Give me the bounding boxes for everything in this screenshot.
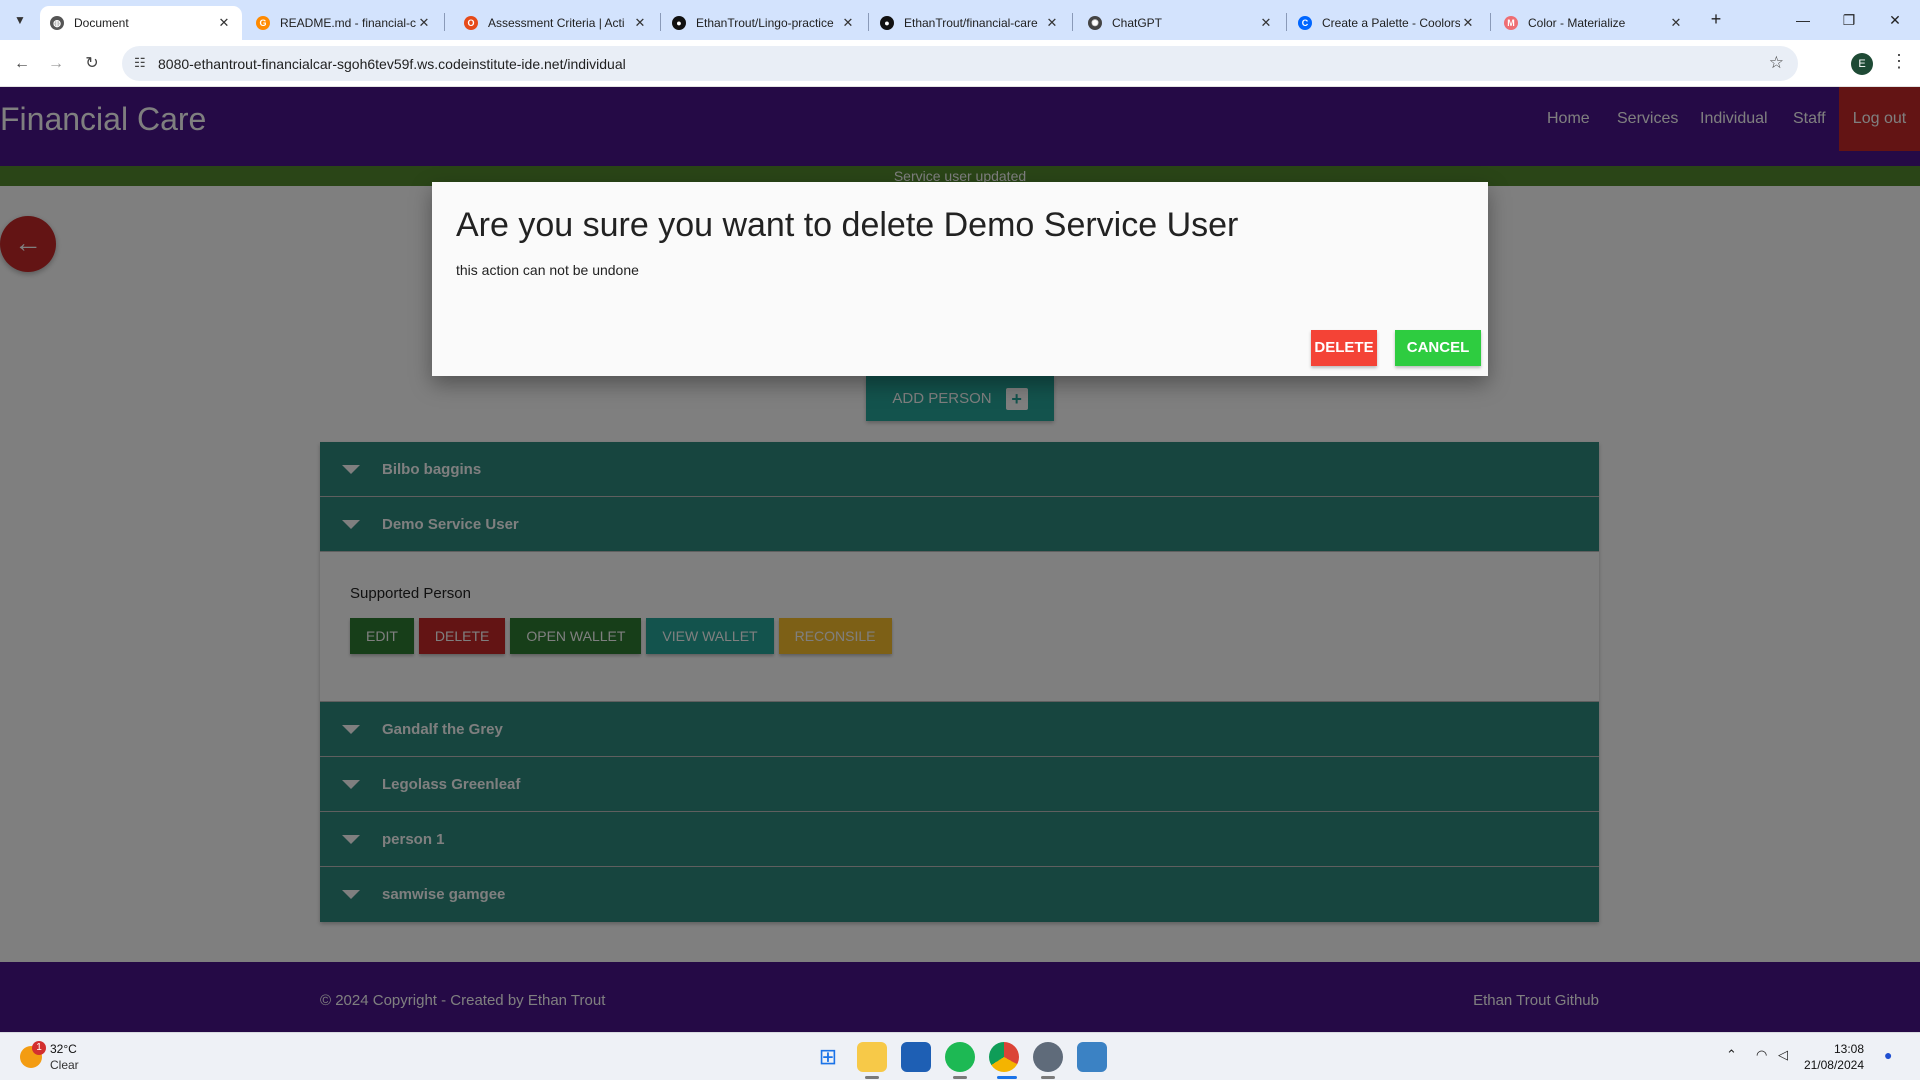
notification-bell-icon[interactable]: ● <box>1884 1047 1892 1063</box>
materialize-icon: M <box>1504 16 1518 30</box>
close-icon[interactable]: ✕ <box>1668 15 1684 31</box>
active-indicator <box>865 1076 879 1079</box>
tab-title: Create a Palette - Coolors <box>1322 16 1460 30</box>
close-icon[interactable]: ✕ <box>416 15 432 31</box>
bookmark-star-icon[interactable]: ☆ <box>1769 53 1784 73</box>
modal-title: Are you sure you want to delete Demo Ser… <box>456 206 1239 244</box>
close-icon[interactable]: ✕ <box>1460 15 1476 31</box>
gitpod-icon: G <box>256 16 270 30</box>
tray-chevron-icon[interactable]: ⌃ <box>1726 1047 1737 1063</box>
tab-coolors[interactable]: C Create a Palette - Coolors ✕ <box>1288 6 1486 40</box>
tab-assessment[interactable]: O Assessment Criteria | Acti ✕ <box>454 6 658 40</box>
clock-time[interactable]: 13:08 <box>1814 1042 1864 1056</box>
tab-readme[interactable]: G README.md - financial-ca ✕ <box>246 6 442 40</box>
windows-start-icon[interactable]: ⊞ <box>813 1042 843 1072</box>
url-text[interactable]: 8080-ethantrout-financialcar-sgoh6tev59f… <box>158 56 626 72</box>
forward-arrow-icon[interactable]: → <box>44 52 68 76</box>
chrome-icon[interactable] <box>989 1042 1019 1072</box>
modal-message: this action can not be undone <box>456 262 639 278</box>
tab-search-icon[interactable]: ▼ <box>8 8 32 32</box>
close-icon[interactable]: ✕ <box>1044 15 1060 31</box>
back-arrow-icon[interactable]: ← <box>10 52 34 76</box>
close-icon[interactable]: ✕ <box>216 15 232 31</box>
modal-delete-button[interactable]: DELETE <box>1311 330 1377 366</box>
github-icon: ● <box>880 16 894 30</box>
new-tab-button[interactable]: + <box>1704 8 1728 32</box>
tab-divider <box>444 13 445 31</box>
tab-chatgpt[interactable]: ✺ ChatGPT ✕ <box>1078 6 1284 40</box>
window-close-icon[interactable]: ✕ <box>1872 0 1918 40</box>
active-indicator <box>1041 1076 1055 1079</box>
browser-menu-icon[interactable]: ⋮ <box>1890 51 1908 72</box>
clock-date[interactable]: 21/08/2024 <box>1802 1058 1864 1072</box>
browser-tab-strip: ▼ ◍ Document ✕ G README.md - financial-c… <box>0 0 1920 40</box>
tab-financial-care[interactable]: ● EthanTrout/financial-care ✕ <box>870 6 1070 40</box>
site-info-icon[interactable]: ☷ <box>134 55 146 71</box>
tab-title: ChatGPT <box>1112 16 1163 30</box>
weather-badge: 1 <box>32 1041 46 1055</box>
active-indicator <box>953 1076 967 1079</box>
weather-temperature[interactable]: 32°C <box>50 1042 77 1056</box>
close-icon[interactable]: ✕ <box>1258 15 1274 31</box>
tab-title: EthanTrout/Lingo-practice <box>696 16 834 30</box>
weather-condition[interactable]: Clear <box>50 1058 79 1072</box>
spotify-icon[interactable] <box>945 1042 975 1072</box>
volume-icon[interactable]: ◁ <box>1778 1047 1788 1063</box>
tab-document[interactable]: ◍ Document ✕ <box>40 6 242 40</box>
tab-materialize[interactable]: M Color - Materialize ✕ <box>1494 6 1694 40</box>
close-icon[interactable]: ✕ <box>632 15 648 31</box>
reload-icon[interactable]: ↻ <box>80 52 104 76</box>
modal-cancel-button[interactable]: CANCEL <box>1395 330 1481 366</box>
coolors-icon: C <box>1298 16 1312 30</box>
tab-divider <box>868 13 869 31</box>
tab-title: Assessment Criteria | Acti <box>488 16 625 30</box>
tab-divider <box>1490 13 1491 31</box>
tab-title: EthanTrout/financial-care <box>904 16 1038 30</box>
settings-icon[interactable] <box>1033 1042 1063 1072</box>
tab-title: Color - Materialize <box>1528 16 1626 30</box>
notepad-icon[interactable] <box>1077 1042 1107 1072</box>
assessment-icon: O <box>464 16 478 30</box>
tab-divider <box>1072 13 1073 31</box>
minimize-icon[interactable]: — <box>1780 0 1826 40</box>
profile-avatar[interactable]: E <box>1851 53 1873 75</box>
windows-taskbar: 1 32°C Clear ⊞ ⌃ ◠ ◁ 13:08 21/08/2024 ● <box>0 1032 1920 1080</box>
close-icon[interactable]: ✕ <box>840 15 856 31</box>
active-indicator <box>997 1076 1017 1079</box>
web-page: Financial Care Home Services Individual … <box>0 87 1920 1032</box>
tab-divider <box>1286 13 1287 31</box>
address-bar[interactable]: ☷ 8080-ethantrout-financialcar-sgoh6tev5… <box>122 46 1798 81</box>
browser-toolbar: ← → ↻ ☷ 8080-ethantrout-financialcar-sgo… <box>0 40 1920 87</box>
tab-lingo[interactable]: ● EthanTrout/Lingo-practice ✕ <box>662 6 866 40</box>
delete-confirm-modal: Are you sure you want to delete Demo Ser… <box>432 182 1488 376</box>
wifi-icon[interactable]: ◠ <box>1756 1047 1767 1063</box>
file-explorer-icon[interactable] <box>857 1042 887 1072</box>
tab-title: README.md - financial-ca <box>280 16 416 30</box>
store-icon[interactable] <box>901 1042 931 1072</box>
github-icon: ● <box>672 16 686 30</box>
tab-title: Document <box>74 16 129 30</box>
globe-icon: ◍ <box>50 16 64 30</box>
restore-icon[interactable]: ❐ <box>1826 0 1872 40</box>
chatgpt-icon: ✺ <box>1088 16 1102 30</box>
tab-divider <box>660 13 661 31</box>
